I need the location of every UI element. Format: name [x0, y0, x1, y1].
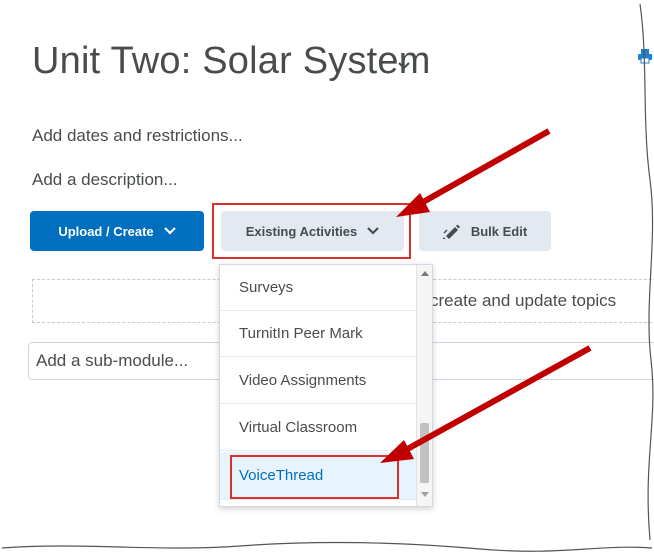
- page-frame: Unit Two: Solar System Add dates and res…: [0, 0, 654, 554]
- annotation-overlay: [1, 3, 654, 552]
- torn-edge-right: [639, 3, 654, 541]
- annotation-arrow-icon: [396, 128, 551, 217]
- annotation-arrow-icon: [380, 345, 592, 463]
- torn-edge-bottom: [1, 541, 653, 552]
